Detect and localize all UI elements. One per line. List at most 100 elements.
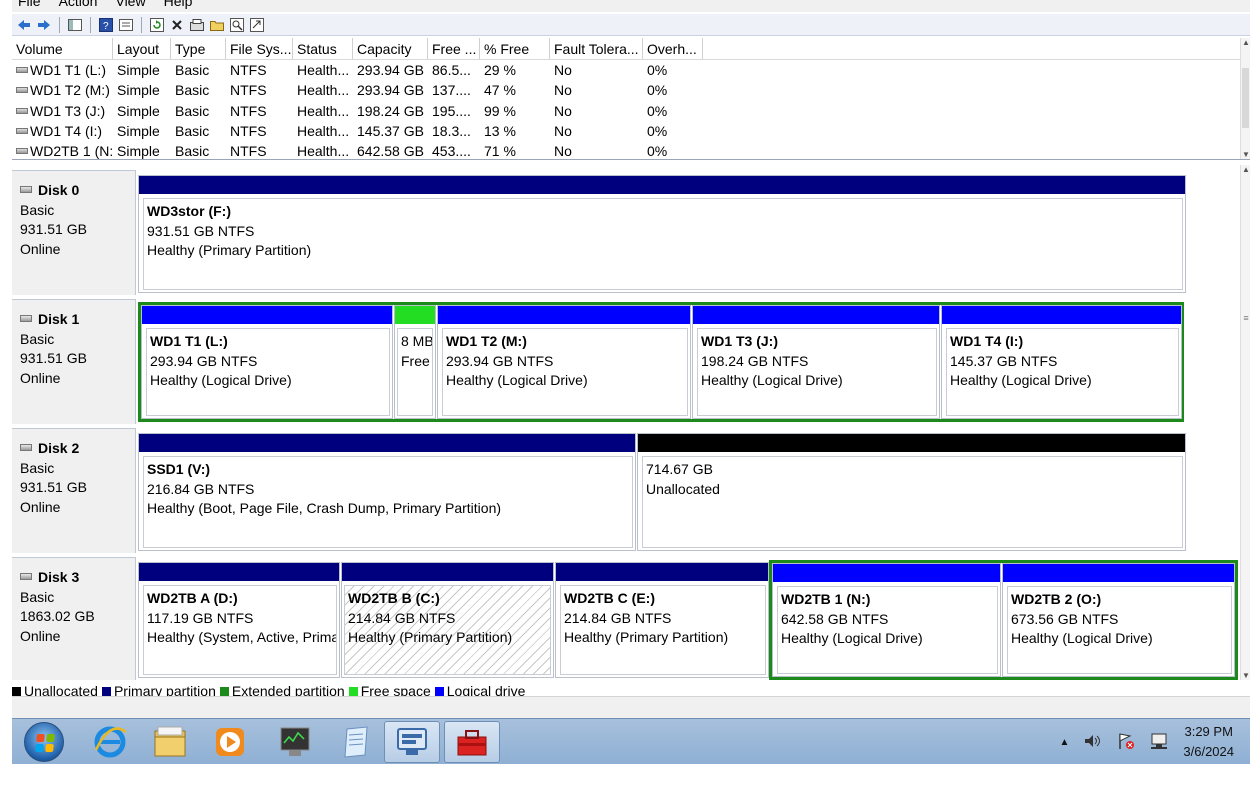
partition-ssd1[interactable]: SSD1 (V:) 216.84 GB NTFS Healthy (Boot, … [138, 433, 636, 551]
media-player-icon[interactable] [202, 721, 258, 763]
legend-label: Extended partition [231, 683, 345, 696]
action-center-flag-icon[interactable] [1117, 732, 1135, 753]
partition-wd2tb-1[interactable]: WD2TB 1 (N:) 642.58 GB NTFS Healthy (Log… [772, 563, 1001, 677]
show-hide-tree-icon[interactable] [67, 17, 83, 33]
disk-state: Online [20, 369, 61, 386]
open-icon[interactable] [209, 17, 225, 33]
table-cell-capacity: 293.94 GB [353, 62, 428, 78]
partition-wd2tb-b-selected[interactable]: WD2TB B (C:) 214.84 GB NTFS Healthy (Pri… [341, 562, 554, 678]
partition-wd2tb-c[interactable]: WD2TB C (E:) 214.84 GB NTFS Healthy (Pri… [555, 562, 769, 678]
table-row[interactable]: WD2TB 1 (N:) Simple Basic NTFS Health... 642.… [12, 141, 1250, 160]
scroll-up-icon[interactable]: ▲ [1241, 165, 1250, 174]
refresh-icon[interactable] [149, 17, 165, 33]
partition-wd1-t3[interactable]: WD1 T3 (J:) 198.24 GB NTFS Healthy (Logi… [692, 305, 940, 419]
partition-unallocated[interactable]: 714.67 GB Unallocated [637, 433, 1186, 551]
toolbox-icon[interactable] [444, 721, 500, 763]
table-cell-pct: 13 % [480, 123, 550, 139]
disk-type: Basic [20, 588, 55, 605]
table-row[interactable]: WD1 T3 (J:) Simple Basic NTFS Health... 198.2… [12, 101, 1250, 121]
delete-icon[interactable] [169, 17, 185, 33]
scroll-grip-icon[interactable]: ≡ [1241, 313, 1250, 323]
volume-list-scrollbar[interactable]: ▲ ▼ [1240, 38, 1250, 159]
internet-explorer-icon[interactable] [82, 721, 138, 763]
cell-text: 0% [647, 102, 668, 119]
partition-status: Healthy (Logical Drive) [950, 372, 1092, 388]
table-row[interactable]: WD1 T1 (L:) Simple Basic NTFS Health... 293.9… [12, 60, 1250, 80]
menu-help[interactable]: Help [164, 0, 193, 12]
disk-view-scrollbar[interactable]: ▲ ≡ ▼ [1240, 165, 1250, 680]
partition-body: WD1 T1 (L:) 293.94 GB NTFS Healthy (Logi… [146, 328, 390, 416]
column-header-free-space[interactable]: Free ... [428, 38, 480, 59]
system-monitor-icon[interactable] [268, 721, 324, 763]
partition-bar-logical [942, 306, 1181, 324]
column-header-status[interactable]: Status [293, 38, 353, 59]
scroll-up-icon[interactable]: ▲ [1241, 38, 1250, 47]
table-cell-fs: NTFS [226, 123, 293, 139]
search-icon[interactable] [229, 17, 245, 33]
table-cell-fault: No [550, 103, 643, 119]
disk-label-3[interactable]: Disk 3 Basic 1863.02 GB Online [12, 557, 136, 680]
scroll-down-icon[interactable]: ▼ [1241, 671, 1250, 680]
notepad-icon[interactable] [328, 721, 384, 763]
column-header-overhead[interactable]: Overh... [643, 38, 703, 59]
partition-free-space[interactable]: 8 MB Free [394, 305, 436, 419]
table-cell-pct: 99 % [480, 103, 550, 119]
column-header-volume[interactable]: Volume [12, 38, 113, 59]
partition-wd1-t4[interactable]: WD1 T4 (I:) 145.37 GB NTFS Healthy (Logi… [941, 305, 1182, 419]
table-cell-type: Basic [171, 62, 226, 78]
cell-text: NTFS [230, 123, 267, 140]
properties-icon[interactable] [118, 17, 134, 33]
menu-view[interactable]: View [115, 0, 145, 12]
volume-icon[interactable] [1083, 733, 1103, 752]
cell-text: NTFS [230, 62, 267, 79]
column-header-capacity[interactable]: Capacity [353, 38, 428, 59]
legend-item-unallocated: Unallocated [12, 682, 98, 696]
partition-wd1-t1[interactable]: WD1 T1 (L:) 293.94 GB NTFS Healthy (Logi… [141, 305, 393, 419]
column-header-file-system[interactable]: File Sys... [226, 38, 293, 59]
export-icon[interactable] [249, 17, 265, 33]
column-header-fault-tolerance[interactable]: Fault Tolera... [550, 38, 643, 59]
disk-label-1[interactable]: Disk 1 Basic 931.51 GB Online [12, 299, 136, 424]
network-icon[interactable] [1149, 732, 1169, 753]
legend-label: Logical drive [446, 683, 526, 696]
table-cell-type: Basic [171, 143, 226, 159]
partition-wd3stor[interactable]: WD3stor (F:) 931.51 GB NTFS Healthy (Pri… [138, 175, 1186, 293]
column-header-type[interactable]: Type [171, 38, 226, 59]
menu-action[interactable]: Action [59, 0, 98, 12]
partition-name: SSD1 (V:) [147, 461, 211, 477]
help-icon[interactable]: ? [98, 17, 114, 33]
back-icon[interactable] [16, 17, 32, 33]
show-hidden-icons-icon[interactable]: ▲ [1059, 737, 1069, 748]
partition-status: Unallocated [646, 480, 720, 497]
taskbar-clock[interactable]: 3:29 PM 3/6/2024 [1183, 722, 1234, 762]
cell-text: NTFS [230, 143, 267, 160]
table-row[interactable]: WD1 T2 (M:) Simple Basic NTFS Health... 293.9… [12, 80, 1250, 100]
cell-text: 293.94 GB [357, 82, 424, 99]
toolbar-separator [90, 16, 91, 33]
partition-wd2tb-a[interactable]: WD2TB A (D:) 117.19 GB NTFS Healthy (Sys… [138, 562, 340, 678]
column-header-layout[interactable]: Layout [113, 38, 171, 59]
forward-icon[interactable] [36, 17, 52, 33]
start-button[interactable] [24, 722, 64, 762]
partition-wd1-t2[interactable]: WD1 T2 (M:) 293.94 GB NTFS Healthy (Logi… [437, 305, 691, 419]
cell-text: 99 % [484, 102, 516, 119]
cell-text: Simple [117, 82, 160, 99]
partition-bar-logical [693, 306, 939, 324]
rescan-icon[interactable] [189, 17, 205, 33]
legend-label: Free space [360, 683, 431, 696]
column-header-percent-free[interactable]: % Free [480, 38, 550, 59]
disk-label-0[interactable]: Disk 0 Basic 931.51 GB Online [12, 170, 136, 295]
computer-management-icon[interactable] [384, 721, 440, 763]
table-row[interactable]: WD1 T4 (I:) Simple Basic NTFS Health... 145.3… [12, 121, 1250, 141]
scroll-thumb[interactable] [1242, 68, 1249, 128]
disk-icon [20, 573, 32, 580]
cell-text: Simple [117, 143, 160, 160]
scroll-down-icon[interactable]: ▼ [1241, 150, 1250, 159]
partition-body: SSD1 (V:) 216.84 GB NTFS Healthy (Boot, … [143, 456, 633, 548]
disk-label-2[interactable]: Disk 2 Basic 931.51 GB Online [12, 428, 136, 553]
menu-file[interactable]: File [18, 0, 41, 12]
table-cell-status: Health... [293, 62, 353, 78]
partition-wd2tb-2[interactable]: WD2TB 2 (O:) 673.56 GB NTFS Healthy (Log… [1002, 563, 1235, 677]
cell-text: NTFS [230, 102, 267, 119]
file-explorer-icon[interactable] [142, 721, 198, 763]
